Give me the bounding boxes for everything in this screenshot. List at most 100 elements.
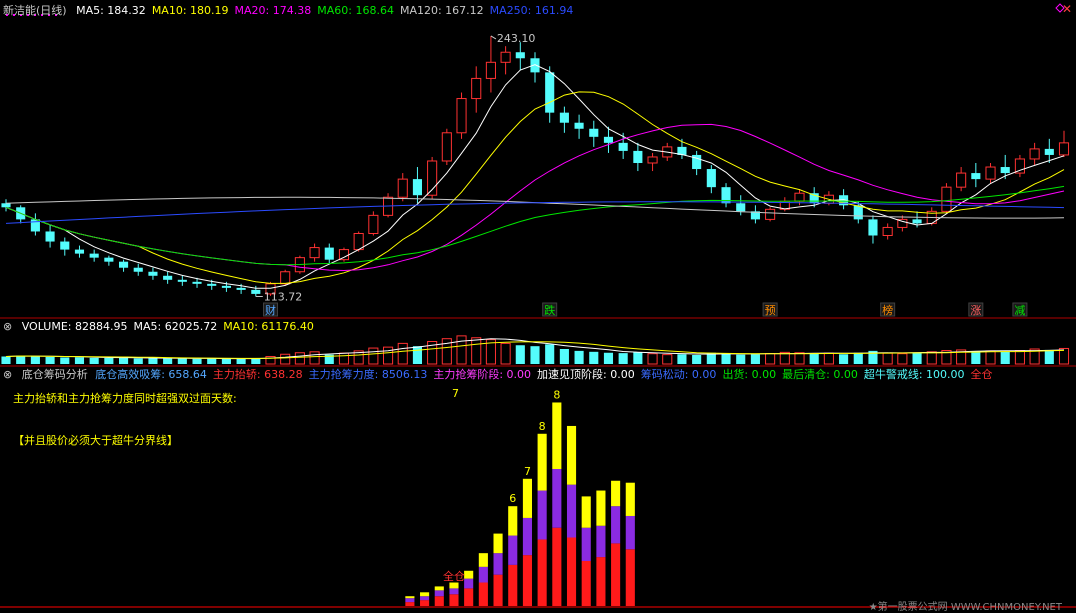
indicator-bar-超强 [449, 582, 459, 589]
volume-bar [985, 350, 996, 365]
analysis-indicator-row: 底仓高效吸筹: 658.64 主力抬轿: 638.28 主力抢筹力度: 8506.1… [95, 368, 998, 381]
candle-body [559, 112, 569, 123]
candle-body [133, 267, 143, 272]
indicator-bar-主力抬轿 [581, 560, 591, 606]
volume-bar [647, 353, 658, 365]
volume-bar [721, 353, 731, 364]
candle-body [515, 52, 525, 59]
volume-toggle-icon[interactable]: ⊗ [3, 320, 12, 333]
candle-body [207, 283, 217, 286]
candle-body [368, 214, 379, 234]
volume-bar [809, 353, 819, 364]
candle-body [221, 285, 231, 288]
indicator-bar-主力抢筹力度 [405, 598, 415, 603]
volume-bar [912, 352, 922, 364]
volume-bar [119, 357, 129, 364]
volume-bar [515, 345, 525, 364]
candle-body [397, 178, 408, 198]
candle-body [177, 279, 187, 282]
volume-bar [794, 352, 805, 365]
main-header: 新洁能(日线) MA5: 184.32 MA10: 180.19 MA20: 174… [3, 4, 585, 17]
indicator-bar-超强 [478, 553, 488, 567]
close-icon[interactable]: ✕ [1062, 2, 1072, 16]
volume-bar [926, 351, 937, 365]
volume-bar [45, 356, 55, 364]
analysis-label-3: 主力抢筹阶段: 0.00 [433, 368, 532, 381]
candle-body [163, 275, 173, 280]
candle-body [882, 226, 893, 236]
chart-title: 新洁能(日线) [3, 4, 67, 17]
indicator-bar-主力抬轿 [464, 588, 474, 606]
volume-bar [882, 352, 893, 365]
indicator-bar-主力抢筹力度 [596, 525, 606, 558]
indicator-bar-超强 [508, 506, 518, 536]
indicator-bar-超强 [537, 433, 547, 491]
volume-label-2: MA10: 61176.40 [223, 320, 314, 333]
event-marker-0: 财 [265, 303, 276, 317]
indicator-bar-主力抬轿 [596, 557, 606, 606]
volume-bar [677, 354, 687, 364]
indicator-bar-主力抬轿 [625, 549, 635, 606]
candle-body [574, 122, 584, 129]
analysis-label-4: 加速见顶阶段: 0.00 [537, 368, 635, 381]
indicator-bar-主力抬轿 [420, 600, 430, 606]
candle-body [985, 166, 996, 180]
candle-body [912, 219, 922, 224]
volume-label-0: VOLUME: 82884.95 [21, 320, 128, 333]
indicator-value-label: 8 [553, 388, 560, 401]
volume-bar [236, 358, 246, 364]
candle-body [192, 281, 202, 284]
volume-bar [383, 346, 394, 365]
indicator-bar-主力抬轿 [552, 527, 562, 606]
indicator-bar-主力抢筹力度 [449, 588, 459, 595]
volume-bar [221, 358, 231, 364]
indicator-value-label: 6 [509, 492, 516, 505]
analysis-toggle-icon[interactable]: ⊗ [3, 368, 12, 381]
volume-bar [662, 354, 673, 365]
candle-body [1, 203, 11, 208]
volume-bar [74, 357, 85, 364]
volume-bar [633, 352, 643, 364]
analysis-label-6: 出货: 0.00 [722, 368, 777, 381]
analysis-note-1-value: 7 [452, 387, 459, 400]
indicator-bar-超强 [566, 425, 577, 485]
candle-body [545, 72, 555, 113]
indicator-bar-超强 [493, 533, 503, 554]
candle-body [412, 179, 422, 196]
volume-bar [192, 358, 202, 364]
volume-bar [971, 351, 981, 364]
candle-body [956, 172, 967, 188]
volume-bar [736, 354, 746, 364]
indicator-bar-超强 [552, 402, 562, 470]
indicator-bar-主力抬轿 [537, 539, 547, 606]
indicator-panel: 8 8 7 6 全仓 [0, 388, 1076, 608]
indicator-bar-超强 [464, 570, 474, 579]
indicator-bar-主力抢筹力度 [625, 515, 635, 550]
event-marker-3: 榜 [882, 303, 893, 317]
event-marker-1: 跌 [544, 303, 555, 317]
indicator-bar-主力抢筹力度 [493, 553, 503, 575]
candle-body [74, 249, 85, 254]
ma-indicator-row: MA5: 184.32 MA10: 180.19 MA20: 174.38 MA60:… [76, 4, 579, 17]
candle-body [309, 247, 320, 259]
event-marker-4: 涨 [970, 304, 981, 317]
indicator-bar-主力抬轿 [611, 543, 621, 606]
volume-bar [412, 346, 422, 364]
candle-body [1058, 142, 1070, 156]
candle-body [119, 261, 129, 268]
candle-body [89, 253, 99, 258]
indicator-bar-主力抢筹力度 [508, 535, 518, 565]
candle-body [1044, 148, 1054, 155]
volume-bar [148, 358, 158, 364]
volume-bar [133, 358, 143, 364]
ma-label-4: MA120: 167.12 [399, 4, 484, 17]
candle-body [236, 287, 246, 290]
volume-bar [89, 357, 99, 364]
analysis-label-7: 最后清仓: 0.00 [782, 368, 858, 381]
volume-indicator-row: VOLUME: 82884.95 MA5: 62025.72 MA10: 61176… [22, 320, 320, 333]
overlay-label: 全仓 [443, 569, 465, 583]
volume-bar [104, 358, 114, 364]
volume-bar [280, 353, 291, 365]
volume-bar [574, 350, 584, 364]
volume-bar [853, 352, 863, 364]
